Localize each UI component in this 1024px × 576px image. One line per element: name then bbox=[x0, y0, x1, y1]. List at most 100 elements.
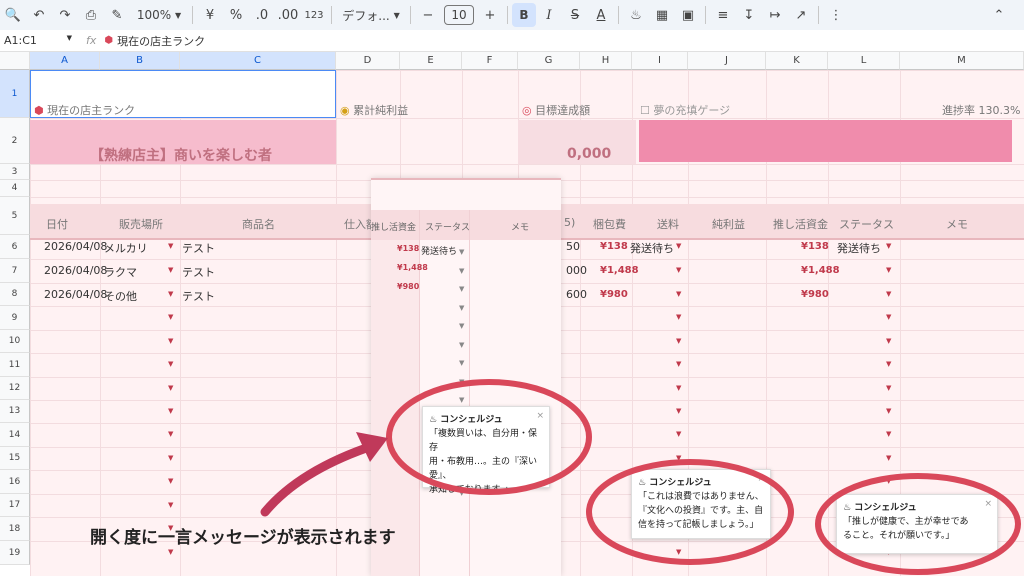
fill-color-icon[interactable]: ♨ bbox=[623, 0, 649, 30]
text-rotation-icon[interactable]: ↗ bbox=[788, 0, 814, 30]
merge-cells-icon[interactable]: ▣ bbox=[675, 0, 701, 30]
bold-icon[interactable]: B bbox=[512, 3, 536, 27]
dropdown-arrow-icon[interactable]: ▼ bbox=[168, 454, 173, 462]
dropdown-arrow-icon[interactable]: ▼ bbox=[676, 548, 681, 556]
dropdown-arrow-icon[interactable]: ▼ bbox=[886, 266, 891, 274]
column-header-c[interactable]: C bbox=[180, 52, 336, 70]
dropdown-arrow-icon[interactable]: ▼ bbox=[168, 477, 173, 485]
undo-icon[interactable]: ↶ bbox=[26, 0, 52, 30]
redo-icon[interactable]: ↷ bbox=[52, 0, 78, 30]
dropdown-arrow-icon[interactable]: ▼ bbox=[459, 248, 464, 256]
strikethrough-icon[interactable]: S bbox=[562, 0, 588, 30]
row-header-11[interactable]: 11 bbox=[0, 353, 30, 377]
percent-button[interactable]: % bbox=[223, 0, 249, 30]
dropdown-arrow-icon[interactable]: ▼ bbox=[459, 304, 464, 312]
dropdown-arrow-icon[interactable]: ▼ bbox=[168, 360, 173, 368]
font-size-input[interactable]: 10 bbox=[444, 5, 474, 25]
column-header-b[interactable]: B bbox=[100, 52, 180, 70]
concierge-popup[interactable]: × ♨ コンシェルジュ 「これは浪費ではありません、 『文化への投資』です。主、… bbox=[631, 469, 771, 539]
dropdown-arrow-icon[interactable]: ▼ bbox=[886, 384, 891, 392]
row-header-14[interactable]: 14 bbox=[0, 423, 30, 447]
dropdown-arrow-icon[interactable]: ▼ bbox=[886, 477, 891, 485]
column-header-i[interactable]: I bbox=[632, 52, 688, 70]
row-header-18[interactable]: 18 bbox=[0, 517, 30, 541]
row-header-7[interactable]: 7 bbox=[0, 259, 30, 283]
dropdown-arrow-icon[interactable]: ▼ bbox=[168, 407, 173, 415]
row-header-9[interactable]: 9 bbox=[0, 306, 30, 330]
collapse-toolbar-icon[interactable]: ⌃ bbox=[986, 0, 1012, 30]
row-header-15[interactable]: 15 bbox=[0, 447, 30, 470]
dropdown-arrow-icon[interactable]: ▼ bbox=[459, 322, 464, 330]
wrap-text-icon[interactable]: ↦ bbox=[762, 0, 788, 30]
formula-input[interactable]: 現在の店主ランク bbox=[117, 33, 205, 49]
dropdown-arrow-icon[interactable]: ▼ bbox=[886, 407, 891, 415]
column-header-l[interactable]: L bbox=[828, 52, 900, 70]
dropdown-arrow-icon[interactable]: ▼ bbox=[676, 430, 681, 438]
row-header-17[interactable]: 17 bbox=[0, 494, 30, 517]
dropdown-arrow-icon[interactable]: ▼ bbox=[676, 313, 681, 321]
row-header-5[interactable]: 5 bbox=[0, 197, 30, 235]
row-header-13[interactable]: 13 bbox=[0, 400, 30, 423]
row-header-2[interactable]: 2 bbox=[0, 118, 30, 164]
name-box[interactable]: A1:C1 ▼ bbox=[0, 34, 80, 47]
valign-bottom-icon[interactable]: ↧ bbox=[736, 0, 762, 30]
dropdown-arrow-icon[interactable]: ▼ bbox=[459, 267, 464, 275]
more-icon[interactable]: ⋮ bbox=[823, 0, 849, 30]
column-header-d[interactable]: D bbox=[336, 52, 400, 70]
search-icon[interactable]: 🔍 bbox=[0, 0, 26, 30]
decrease-decimal-button[interactable]: .0 bbox=[249, 0, 275, 30]
row-header-3[interactable]: 3 bbox=[0, 164, 30, 180]
close-icon[interactable]: × bbox=[536, 409, 544, 423]
dropdown-arrow-icon[interactable]: ▼ bbox=[168, 430, 173, 438]
number-format-button[interactable]: 123 bbox=[301, 0, 327, 30]
row-header-16[interactable]: 16 bbox=[0, 470, 30, 494]
borders-icon[interactable]: ▦ bbox=[649, 0, 675, 30]
close-icon[interactable]: × bbox=[984, 497, 992, 511]
dropdown-arrow-icon[interactable]: ▼ bbox=[168, 548, 173, 556]
dropdown-arrow-icon[interactable]: ▼ bbox=[168, 313, 173, 321]
dropdown-arrow-icon[interactable]: ▼ bbox=[168, 384, 173, 392]
dropdown-arrow-icon[interactable]: ▼ bbox=[459, 359, 464, 367]
dropdown-arrow-icon[interactable]: ▼ bbox=[886, 290, 891, 298]
row-header-12[interactable]: 12 bbox=[0, 377, 30, 400]
column-header-m[interactable]: M bbox=[900, 52, 1024, 70]
currency-button[interactable]: ¥ bbox=[197, 0, 223, 30]
dropdown-arrow-icon[interactable]: ▼ bbox=[168, 290, 173, 298]
dropdown-arrow-icon[interactable]: ▼ bbox=[168, 242, 173, 250]
dropdown-arrow-icon[interactable]: ▼ bbox=[459, 396, 464, 404]
column-header-a[interactable]: A bbox=[30, 52, 100, 70]
row-header-19[interactable]: 19 bbox=[0, 541, 30, 565]
dropdown-arrow-icon[interactable]: ▼ bbox=[676, 407, 681, 415]
row-header-4[interactable]: 4 bbox=[0, 180, 30, 197]
dropdown-arrow-icon[interactable]: ▼ bbox=[676, 360, 681, 368]
font-select[interactable]: デフォ... ▼ bbox=[336, 0, 406, 30]
dropdown-arrow-icon[interactable]: ▼ bbox=[168, 337, 173, 345]
dropdown-arrow-icon[interactable]: ▼ bbox=[168, 501, 173, 509]
concierge-popup[interactable]: × ♨ コンシェルジュ 「複数買いは、自分用・保存 用・布教用…。主の『深い愛』… bbox=[422, 406, 550, 495]
align-left-icon[interactable]: ≡ bbox=[710, 0, 736, 30]
dropdown-arrow-icon[interactable]: ▼ bbox=[459, 341, 464, 349]
dropdown-arrow-icon[interactable]: ▼ bbox=[459, 378, 464, 386]
column-header-f[interactable]: F bbox=[462, 52, 518, 70]
column-header-e[interactable]: E bbox=[400, 52, 462, 70]
paint-format-icon[interactable]: ✎ bbox=[104, 0, 130, 30]
dropdown-arrow-icon[interactable]: ▼ bbox=[886, 454, 891, 462]
dropdown-arrow-icon[interactable]: ▼ bbox=[676, 384, 681, 392]
close-icon[interactable]: × bbox=[757, 472, 765, 486]
dropdown-arrow-icon[interactable]: ▼ bbox=[168, 266, 173, 274]
dropdown-arrow-icon[interactable]: ▼ bbox=[886, 337, 891, 345]
concierge-popup[interactable]: × ♨ コンシェルジュ 「推しが健康で、主が幸せであ ること。それが願いです。」 bbox=[836, 494, 998, 554]
dropdown-arrow-icon[interactable]: ▼ bbox=[459, 285, 464, 293]
row-header-6[interactable]: 6 bbox=[0, 235, 30, 259]
dropdown-arrow-icon[interactable]: ▼ bbox=[886, 242, 891, 250]
dropdown-arrow-icon[interactable]: ▼ bbox=[886, 313, 891, 321]
dropdown-arrow-icon[interactable]: ▼ bbox=[676, 242, 681, 250]
column-header-j[interactable]: J bbox=[688, 52, 766, 70]
zoom-select[interactable]: 100% ▼ bbox=[130, 0, 188, 30]
dropdown-arrow-icon[interactable]: ▼ bbox=[886, 430, 891, 438]
dropdown-arrow-icon[interactable]: ▼ bbox=[886, 360, 891, 368]
row-header-1[interactable]: 1 bbox=[0, 70, 30, 118]
row-header-8[interactable]: 8 bbox=[0, 283, 30, 306]
dropdown-arrow-icon[interactable]: ▼ bbox=[676, 266, 681, 274]
dropdown-arrow-icon[interactable]: ▼ bbox=[676, 290, 681, 298]
